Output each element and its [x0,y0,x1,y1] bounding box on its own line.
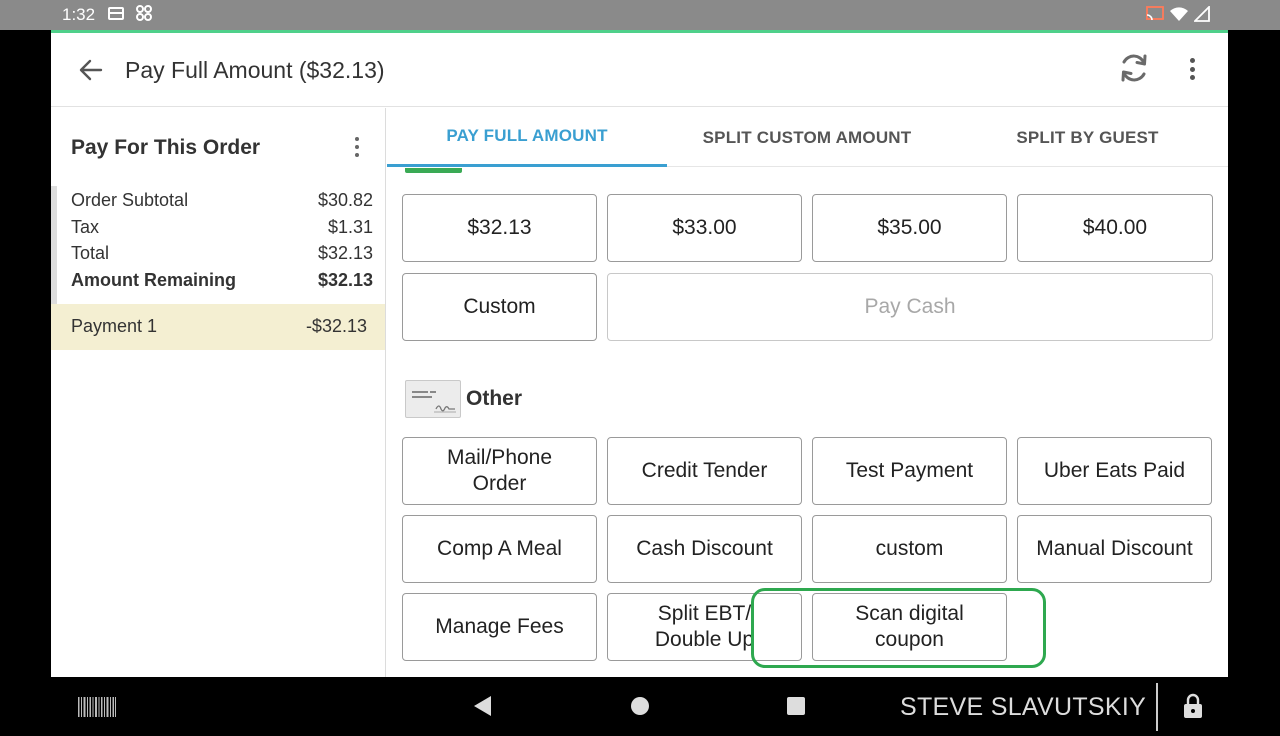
cash-amount-button-3[interactable]: $35.00 [812,194,1007,262]
wifi-icon [1170,7,1189,22]
summary-value: $1.31 [327,217,373,237]
payment-tabs: PAY FULL AMOUNT SPLIT CUSTOM AMOUNT SPLI… [387,108,1228,167]
tender-label-line: Credit Tender [641,459,768,482]
payment-label: Payment 1 [71,316,158,336]
other-section-label: Other [466,387,523,410]
tender-label-line: Uber Eats Paid [1043,459,1186,482]
tender-label-line: Manage Fees [435,615,564,638]
navigation-bar: STEVE SLAVUTSKIY [0,677,1280,736]
tender-label-line: coupon [875,628,944,651]
tender-button-cash-discount[interactable]: Cash Discount [607,515,802,583]
order-panel-title: Pay For This Order [71,136,261,159]
summary-row-tax: Tax $1.31 [71,217,373,243]
summary-row-amount-remaining: Amount Remaining $32.13 [71,270,373,296]
back-arrow-icon[interactable] [77,56,105,84]
tender-label-line: Double Up [654,628,755,651]
custom-amount-button[interactable]: Custom [402,273,597,341]
more-vert-icon[interactable] [1179,55,1205,83]
signal-icon [1192,5,1210,23]
tender-button-scan-digital-coupon[interactable]: Scan digital coupon [812,593,1007,661]
summary-row-total: Total $32.13 [71,243,373,269]
payment-options-panel: PAY FULL AMOUNT SPLIT CUSTOM AMOUNT SPLI… [387,108,1228,677]
order-more-vert-icon[interactable] [347,134,367,160]
summary-label: Total [71,243,110,263]
tender-label-line: Cash Discount [636,537,773,560]
refresh-icon[interactable] [1117,51,1151,85]
tender-label-line: Comp A Meal [437,537,562,560]
tender-button-uber-eats-paid[interactable]: Uber Eats Paid [1017,437,1212,505]
tender-button-credit-tender[interactable]: Credit Tender [607,437,802,505]
payment-value: -$32.13 [305,316,367,336]
nav-divider [1156,683,1158,731]
logged-in-user: STEVE SLAVUTSKIY [900,693,1147,721]
barcode-icon[interactable] [78,697,116,717]
summary-value: $30.82 [317,190,373,210]
tender-label-line: Scan digital [855,602,964,625]
summary-value: $32.13 [317,270,373,290]
status-bar: 1:32 [0,0,1280,30]
page-title: Pay Full Amount ($32.13) [125,57,385,83]
tender-label-line: Split EBT/ [657,602,752,625]
summary-label: Order Subtotal [71,190,189,210]
tender-label-line: Mail/Phone [446,446,553,469]
cash-amount-button-4[interactable]: $40.00 [1017,194,1213,262]
payment-row-content: Payment 1 -$32.13 [71,316,367,342]
tender-label-line: Manual Discount [1036,537,1193,560]
status-right-icons [1146,5,1210,23]
tender-button-split-ebt-double-up[interactable]: Split EBT/Double Up [607,593,802,661]
nav-home-icon[interactable] [631,697,649,715]
app-window: Pay Full Amount ($32.13) Pay For This Or… [51,33,1228,677]
payment-row[interactable]: Payment 1 -$32.13 [51,304,385,350]
pay-cash-button[interactable]: Pay Cash [607,273,1213,341]
order-summary: Order Subtotal $30.82 Tax $1.31 Total $3… [51,186,385,304]
nav-recents-icon[interactable] [787,697,805,715]
tender-label-line: Order [472,472,527,495]
card-icon [108,7,124,20]
nav-back-icon[interactable] [472,695,492,717]
cast-icon [1146,6,1165,21]
clover-icon [136,5,154,23]
status-time: 1:32 [62,5,96,24]
summary-label: Tax [71,217,100,237]
check-icon [405,380,461,418]
lock-icon[interactable] [1182,693,1204,719]
summary-label: Amount Remaining [71,270,236,290]
cash-amount-button-1[interactable]: $32.13 [402,194,597,262]
cash-section-indicator [405,168,462,173]
tab-split-custom-amount[interactable]: SPLIT CUSTOM AMOUNT [667,108,947,167]
cash-amount-button-2[interactable]: $33.00 [607,194,802,262]
tender-button-custom[interactable]: custom [812,515,1007,583]
tab-split-by-guest[interactable]: SPLIT BY GUEST [947,108,1228,167]
tender-button-manual-discount[interactable]: Manual Discount [1017,515,1212,583]
tender-button-test-payment[interactable]: Test Payment [812,437,1007,505]
tender-label-line: custom [875,537,944,560]
app-bar: Pay Full Amount ($32.13) [51,33,1228,107]
tender-button-manage-fees[interactable]: Manage Fees [402,593,597,661]
summary-value: $32.13 [317,243,373,263]
other-section-heading: Other [405,379,522,419]
tab-pay-full-amount[interactable]: PAY FULL AMOUNT [387,108,667,167]
tender-button-mail-phone-order[interactable]: Mail/Phone Order [402,437,597,505]
order-panel: Pay For This Order Order Subtotal $30.82… [51,108,386,677]
tender-label-line: Test Payment [845,459,974,482]
summary-row-subtotal: Order Subtotal $30.82 [71,190,373,216]
tender-button-comp-a-meal[interactable]: Comp A Meal [402,515,597,583]
